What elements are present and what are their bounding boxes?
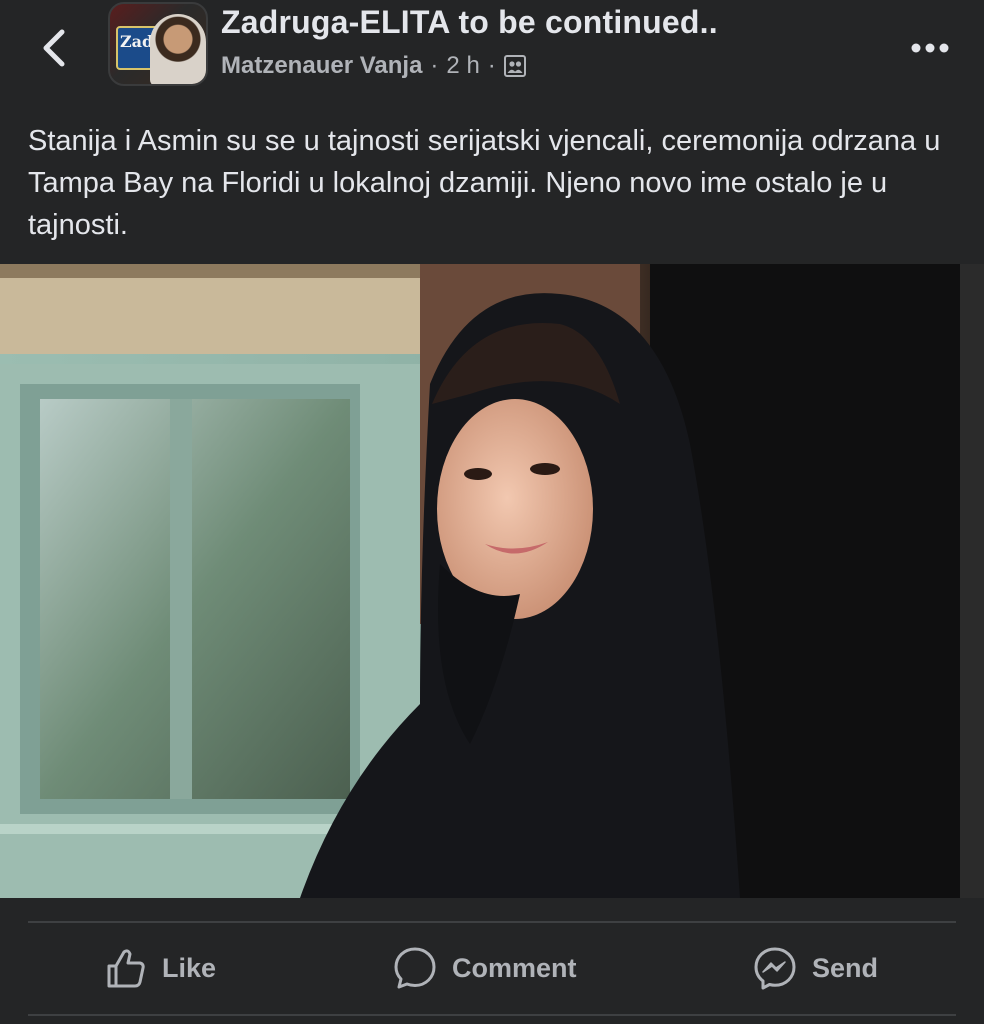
comment-button[interactable]: Comment <box>392 940 577 996</box>
avatar-person <box>150 14 206 84</box>
messenger-icon <box>754 947 796 990</box>
group-members-icon <box>503 55 526 77</box>
group-name[interactable]: Zadruga-ELITA to be continued.. <box>221 4 718 41</box>
post-meta: Matzenauer Vanja · 2 h · <box>221 52 526 80</box>
chevron-left-icon <box>43 29 65 67</box>
like-label: Like <box>162 952 217 983</box>
photo-illustration <box>0 264 984 898</box>
thumbs-up-icon <box>107 949 145 988</box>
comment-bubble-icon <box>394 947 436 989</box>
author-name[interactable]: Matzenauer Vanja <box>221 52 422 80</box>
actions-bottom-divider <box>28 1014 956 1016</box>
meta-separator: · <box>487 52 496 79</box>
send-button[interactable]: Send <box>752 940 878 996</box>
group-avatar[interactable]: Zadr <box>108 2 208 86</box>
meta-separator: · <box>430 52 439 79</box>
actions-top-divider <box>28 921 956 923</box>
like-button[interactable]: Like <box>104 940 216 996</box>
back-button[interactable] <box>30 22 78 74</box>
post-time[interactable]: 2 h <box>446 52 479 80</box>
comment-label: Comment <box>452 952 577 983</box>
post-photo[interactable] <box>0 264 984 898</box>
send-label: Send <box>812 952 879 983</box>
post-header: Zadr Zadruga-ELITA to be continued.. Mat… <box>0 0 984 100</box>
more-horizontal-icon <box>911 43 949 53</box>
post-text: Stanija i Asmin su se u tajnosti serijat… <box>28 125 941 241</box>
more-options-button[interactable] <box>900 28 960 68</box>
